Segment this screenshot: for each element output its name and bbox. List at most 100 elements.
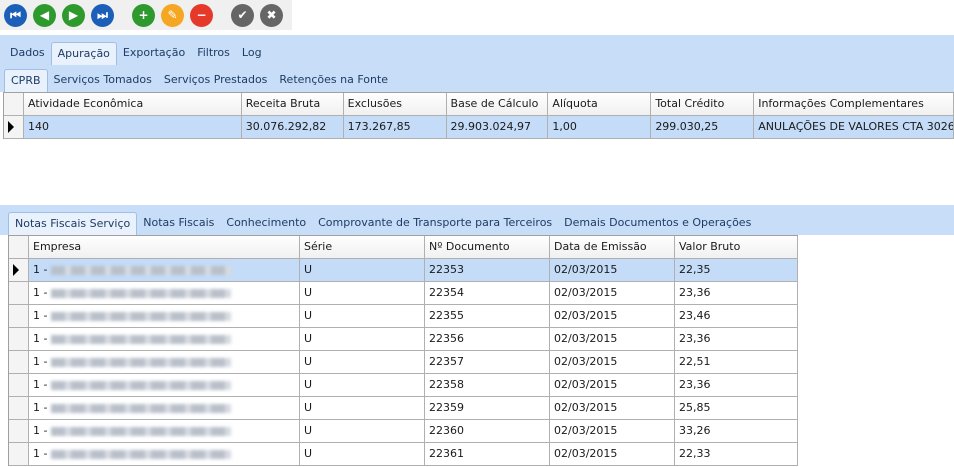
column-header[interactable]: Alíquota (548, 93, 652, 116)
table-cell[interactable]: 22360 (425, 420, 550, 443)
table-cell[interactable]: 22,33 (675, 443, 798, 466)
tab-conhecimento[interactable]: Conhecimento (220, 212, 312, 235)
table-cell[interactable]: 22,35 (675, 259, 798, 282)
tab-filtros[interactable]: Filtros (191, 42, 236, 65)
table-cell[interactable]: 02/03/2015 (550, 443, 675, 466)
table-cell[interactable]: U (300, 351, 425, 374)
last-record-button[interactable]: ⏭ (91, 3, 114, 27)
table-cell[interactable]: U (300, 443, 425, 466)
table-cell[interactable]: 02/03/2015 (550, 351, 675, 374)
column-header[interactable]: Total Crédito (651, 93, 755, 116)
cell-value: 30.076.292,82 (245, 120, 327, 133)
tab-demais-documentos-e-opera-es[interactable]: Demais Documentos e Operações (558, 212, 757, 235)
first-record-button[interactable]: ⏮ (4, 3, 27, 27)
table-cell[interactable]: 1 - (29, 282, 300, 305)
tab-reten-es-na-fonte[interactable]: Retenções na Fonte (273, 69, 394, 92)
tab-servi-os-prestados[interactable]: Serviços Prestados (158, 69, 274, 92)
table-row[interactable]: 1 - U 22355 02/03/2015 23,46 (9, 305, 798, 328)
tab-dados[interactable]: Dados (4, 42, 51, 65)
table-row[interactable]: 1 - U 22359 02/03/2015 25,85 (9, 397, 798, 420)
column-header[interactable]: Data de Emissão (550, 236, 675, 259)
confirm-button[interactable]: ✔ (231, 3, 254, 27)
tab-notas-fiscais[interactable]: Notas Fiscais (137, 212, 220, 235)
column-header[interactable]: Valor Bruto (675, 236, 798, 259)
tab-exporta-o[interactable]: Exportação (117, 42, 191, 65)
table-cell[interactable]: U (300, 305, 425, 328)
table-cell[interactable]: 22353 (425, 259, 550, 282)
table-cell[interactable]: 29.903.024,97 (446, 116, 549, 139)
table-cell[interactable]: U (300, 259, 425, 282)
table-cell[interactable]: 1 - (29, 420, 300, 443)
table-cell[interactable]: U (300, 328, 425, 351)
table-cell[interactable]: 22,51 (675, 351, 798, 374)
table-cell[interactable]: 22361 (425, 443, 550, 466)
tab-apura-o[interactable]: Apuração (50, 42, 117, 65)
table-cell[interactable]: 02/03/2015 (550, 420, 675, 443)
table-cell[interactable]: 1 - (29, 397, 300, 420)
table-cell[interactable]: 23,36 (675, 328, 798, 351)
main-tabs: Dados Apuração Exportação Filtros Log (4, 42, 268, 65)
tab-cprb[interactable]: CPRB (4, 69, 48, 92)
table-row[interactable]: 1 - U 22361 02/03/2015 22,33 (9, 443, 798, 466)
column-header[interactable]: Receita Bruta (241, 93, 344, 116)
table-cell[interactable]: 22355 (425, 305, 550, 328)
table-cell[interactable]: U (300, 420, 425, 443)
table-cell[interactable]: 1 - (29, 374, 300, 397)
table-cell[interactable]: 23,46 (675, 305, 798, 328)
table-cell[interactable]: 22357 (425, 351, 550, 374)
column-header[interactable]: Nº Documento (425, 236, 550, 259)
table-cell[interactable]: 02/03/2015 (550, 259, 675, 282)
table-cell[interactable]: 1 - (29, 328, 300, 351)
table-cell[interactable]: U (300, 282, 425, 305)
edit-button[interactable]: ✎ (161, 3, 184, 27)
column-header[interactable]: Série (300, 236, 425, 259)
table-cell[interactable]: U (300, 397, 425, 420)
table-cell[interactable]: 33,26 (675, 420, 798, 443)
table-cell[interactable]: 1 - (29, 305, 300, 328)
table-cell[interactable]: 1 - (29, 443, 300, 466)
table-cell[interactable]: 299.030,25 (651, 116, 755, 139)
table-cell[interactable]: U (300, 374, 425, 397)
column-header[interactable]: Empresa (29, 236, 300, 259)
table-cell[interactable]: 02/03/2015 (550, 282, 675, 305)
table-cell[interactable]: 22354 (425, 282, 550, 305)
tab-notas-fiscais-servi-o[interactable]: Notas Fiscais Serviço (8, 212, 138, 235)
table-row[interactable]: 140 30.076.292,82 173.267,85 29.903.024,97 1… (4, 116, 954, 139)
table-cell[interactable]: 22356 (425, 328, 550, 351)
table-cell[interactable]: 02/03/2015 (550, 397, 675, 420)
table-cell[interactable]: 25,85 (675, 397, 798, 420)
table-cell[interactable]: 23,36 (675, 282, 798, 305)
table-row[interactable]: 1 - U 22354 02/03/2015 23,36 (9, 282, 798, 305)
table-cell[interactable]: 140 (23, 116, 242, 139)
tab-log[interactable]: Log (236, 42, 268, 65)
table-cell[interactable]: 1 - (29, 351, 300, 374)
column-header[interactable]: Base de Cálculo (446, 93, 549, 116)
table-cell[interactable]: 02/03/2015 (550, 374, 675, 397)
table-cell[interactable]: 23,36 (675, 374, 798, 397)
table-row[interactable]: 1 - U 22357 02/03/2015 22,51 (9, 351, 798, 374)
table-row[interactable]: 1 - U 22360 02/03/2015 33,26 (9, 420, 798, 443)
table-cell[interactable]: 22358 (425, 374, 550, 397)
add-button[interactable]: + (132, 3, 155, 27)
table-cell[interactable]: 1,00 (548, 116, 652, 139)
table-cell[interactable]: 173.267,85 (343, 116, 447, 139)
table-row[interactable]: 1 - U 22356 02/03/2015 23,36 (9, 328, 798, 351)
column-header[interactable]: Exclusões (343, 93, 447, 116)
delete-button[interactable]: − (190, 3, 213, 27)
next-record-button[interactable]: ▶ (62, 3, 85, 27)
table-cell[interactable]: 22359 (425, 397, 550, 420)
column-header[interactable]: Informações Complementares (754, 93, 954, 116)
tab-comprovante-de-transporte-para-terceiros[interactable]: Comprovante de Transporte para Terceiros (312, 212, 558, 235)
table-cell[interactable]: 1 - (29, 259, 300, 282)
table-cell[interactable]: ANULAÇÕES DE VALORES CTA 3026 (754, 116, 954, 139)
table-cell[interactable]: 02/03/2015 (550, 305, 675, 328)
cancel-button[interactable]: ✖ (260, 3, 283, 27)
previous-record-button[interactable]: ◀ (33, 3, 56, 27)
table-cell[interactable]: 30.076.292,82 (241, 116, 344, 139)
table-cell[interactable]: 02/03/2015 (550, 328, 675, 351)
cell-value: 23,46 (679, 309, 711, 322)
tab-servi-os-tomados[interactable]: Serviços Tomados (48, 69, 158, 92)
table-row[interactable]: 1 - U 22353 02/03/2015 22,35 (9, 259, 798, 282)
column-header[interactable]: Atividade Econômica (23, 93, 242, 116)
table-row[interactable]: 1 - U 22358 02/03/2015 23,36 (9, 374, 798, 397)
